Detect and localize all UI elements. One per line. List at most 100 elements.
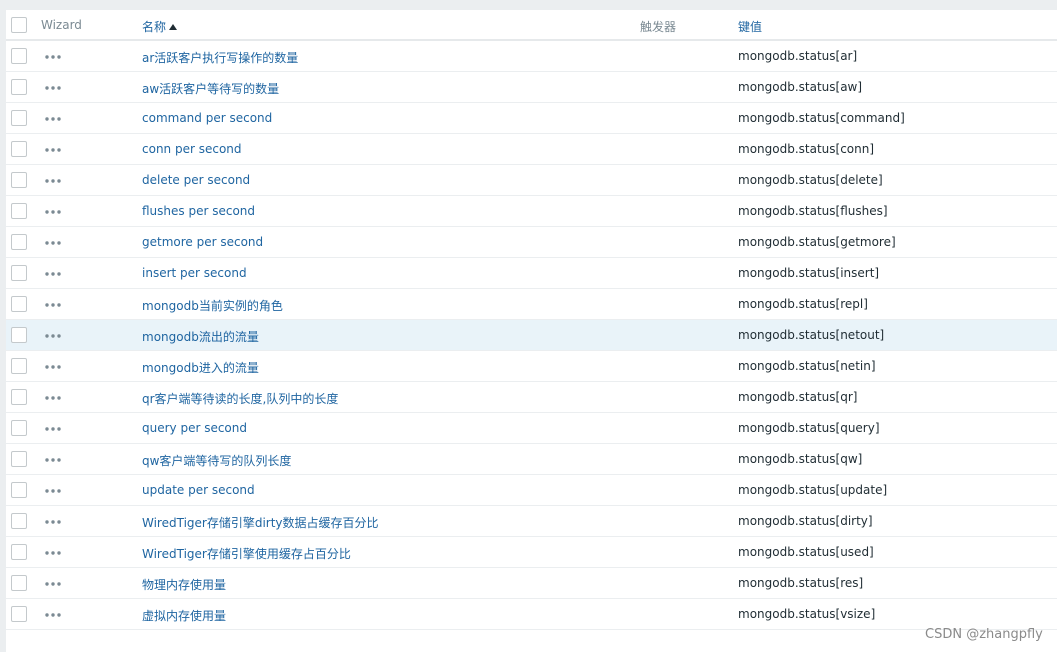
item-key: mongodb.status[vsize] [738, 607, 876, 621]
item-name-link[interactable]: 物理内存使用量 [142, 576, 226, 593]
more-options-icon[interactable] [44, 452, 64, 466]
more-options-icon[interactable] [44, 297, 64, 311]
more-options-icon[interactable] [44, 204, 64, 218]
item-key: mongodb.status[delete] [738, 173, 883, 187]
row-checkbox[interactable] [11, 358, 27, 374]
select-all-checkbox[interactable] [11, 17, 27, 33]
table-row: 虚拟内存使用量 mongodb.status[vsize] [6, 599, 1057, 630]
header-trigger: 触发器 [640, 20, 677, 34]
sort-ascending-icon [169, 24, 178, 30]
table-row: update per second mongodb.status[update] [6, 475, 1057, 506]
row-checkbox[interactable] [11, 48, 27, 64]
item-key: mongodb.status[conn] [738, 142, 875, 156]
row-checkbox[interactable] [11, 172, 27, 188]
item-name-link[interactable]: getmore per second [142, 235, 263, 249]
item-name-link[interactable]: mongodb进入的流量 [142, 359, 259, 376]
header-name-sort[interactable]: 名称 [142, 18, 178, 35]
row-checkbox[interactable] [11, 606, 27, 622]
table-row: mongodb进入的流量 mongodb.status[netin] [6, 351, 1057, 382]
more-options-icon[interactable] [44, 359, 64, 373]
more-options-icon[interactable] [44, 328, 64, 342]
row-checkbox[interactable] [11, 420, 27, 436]
item-key: mongodb.status[qw] [738, 452, 863, 466]
item-name-link[interactable]: delete per second [142, 173, 250, 187]
more-options-icon[interactable] [44, 545, 64, 559]
item-name-link[interactable]: update per second [142, 483, 255, 497]
header-wizard: Wizard [41, 18, 82, 32]
header-key-sort[interactable]: 键值 [738, 18, 762, 35]
item-name-link[interactable]: 虚拟内存使用量 [142, 607, 226, 624]
table-row: query per second mongodb.status[query] [6, 413, 1057, 444]
row-checkbox[interactable] [11, 544, 27, 560]
row-checkbox[interactable] [11, 513, 27, 529]
more-options-icon[interactable] [44, 607, 64, 621]
item-key: mongodb.status[used] [738, 545, 874, 559]
item-name-link[interactable]: flushes per second [142, 204, 255, 218]
item-name-link[interactable]: mongodb流出的流量 [142, 328, 259, 345]
more-options-icon[interactable] [44, 235, 64, 249]
row-checkbox[interactable] [11, 79, 27, 95]
table-row: command per second mongodb.status[command… [6, 103, 1057, 134]
table-row: getmore per second mongodb.status[getmore… [6, 227, 1057, 258]
more-options-icon[interactable] [44, 49, 64, 63]
item-name-link[interactable]: conn per second [142, 142, 242, 156]
item-name-link[interactable]: ar活跃客户执行写操作的数量 [142, 49, 298, 66]
item-name-link[interactable]: command per second [142, 111, 272, 125]
top-band [0, 0, 1057, 10]
item-key: mongodb.status[query] [738, 421, 880, 435]
header-name-label: 名称 [142, 20, 167, 34]
table-row: aw活跃客户等待写的数量 mongodb.status[aw] [6, 72, 1057, 103]
item-key: mongodb.status[command] [738, 111, 905, 125]
row-checkbox[interactable] [11, 234, 27, 250]
item-key: mongodb.status[repl] [738, 297, 868, 311]
table-row: mongodb当前实例的角色 mongodb.status[repl] [6, 289, 1057, 320]
item-key: mongodb.status[res] [738, 576, 864, 590]
item-name-link[interactable]: qw客户端等待写的队列长度 [142, 452, 291, 469]
item-key: mongodb.status[insert] [738, 266, 880, 280]
item-name-link[interactable]: insert per second [142, 266, 247, 280]
more-options-icon[interactable] [44, 514, 64, 528]
table-header: Wizard 名称 触发器 键值 [6, 10, 1057, 41]
item-key: mongodb.status[ar] [738, 49, 858, 63]
row-checkbox[interactable] [11, 296, 27, 312]
item-key: mongodb.status[netout] [738, 328, 885, 342]
row-checkbox[interactable] [11, 110, 27, 126]
more-options-icon[interactable] [44, 266, 64, 280]
item-key: mongodb.status[flushes] [738, 204, 888, 218]
item-name-link[interactable]: mongodb当前实例的角色 [142, 297, 283, 314]
table-row: flushes per second mongodb.status[flushes… [6, 196, 1057, 227]
item-name-link[interactable]: query per second [142, 421, 247, 435]
more-options-icon[interactable] [44, 483, 64, 497]
more-options-icon[interactable] [44, 80, 64, 94]
item-name-link[interactable]: WiredTiger存储引擎使用缓存占百分比 [142, 545, 351, 562]
row-checkbox[interactable] [11, 389, 27, 405]
table-row: qw客户端等待写的队列长度 mongodb.status[qw] [6, 444, 1057, 475]
item-name-link[interactable]: qr客户端等待读的长度,队列中的长度 [142, 390, 338, 407]
more-options-icon[interactable] [44, 576, 64, 590]
item-key: mongodb.status[dirty] [738, 514, 873, 528]
row-checkbox[interactable] [11, 203, 27, 219]
watermark: CSDN @zhangpfly [925, 627, 1043, 642]
more-options-icon[interactable] [44, 111, 64, 125]
row-checkbox[interactable] [11, 451, 27, 467]
table-row: 物理内存使用量 mongodb.status[res] [6, 568, 1057, 599]
item-name-link[interactable]: aw活跃客户等待写的数量 [142, 80, 279, 97]
table-row: insert per second mongodb.status[insert] [6, 258, 1057, 289]
item-name-link[interactable]: WiredTiger存储引擎dirty数据占缓存百分比 [142, 514, 379, 531]
more-options-icon[interactable] [44, 142, 64, 156]
item-key: mongodb.status[getmore] [738, 235, 896, 249]
table-row: conn per second mongodb.status[conn] [6, 134, 1057, 165]
row-checkbox[interactable] [11, 482, 27, 498]
more-options-icon[interactable] [44, 390, 64, 404]
row-checkbox[interactable] [11, 327, 27, 343]
table-row: ar活跃客户执行写操作的数量 mongodb.status[ar] [6, 41, 1057, 72]
more-options-icon[interactable] [44, 421, 64, 435]
row-checkbox[interactable] [11, 265, 27, 281]
table-row: mongodb流出的流量 mongodb.status[netout] [6, 320, 1057, 351]
more-options-icon[interactable] [44, 173, 64, 187]
item-key: mongodb.status[aw] [738, 80, 863, 94]
row-checkbox[interactable] [11, 141, 27, 157]
table-row: qr客户端等待读的长度,队列中的长度 mongodb.status[qr] [6, 382, 1057, 413]
table-row: WiredTiger存储引擎使用缓存占百分比 mongodb.status[use… [6, 537, 1057, 568]
row-checkbox[interactable] [11, 575, 27, 591]
